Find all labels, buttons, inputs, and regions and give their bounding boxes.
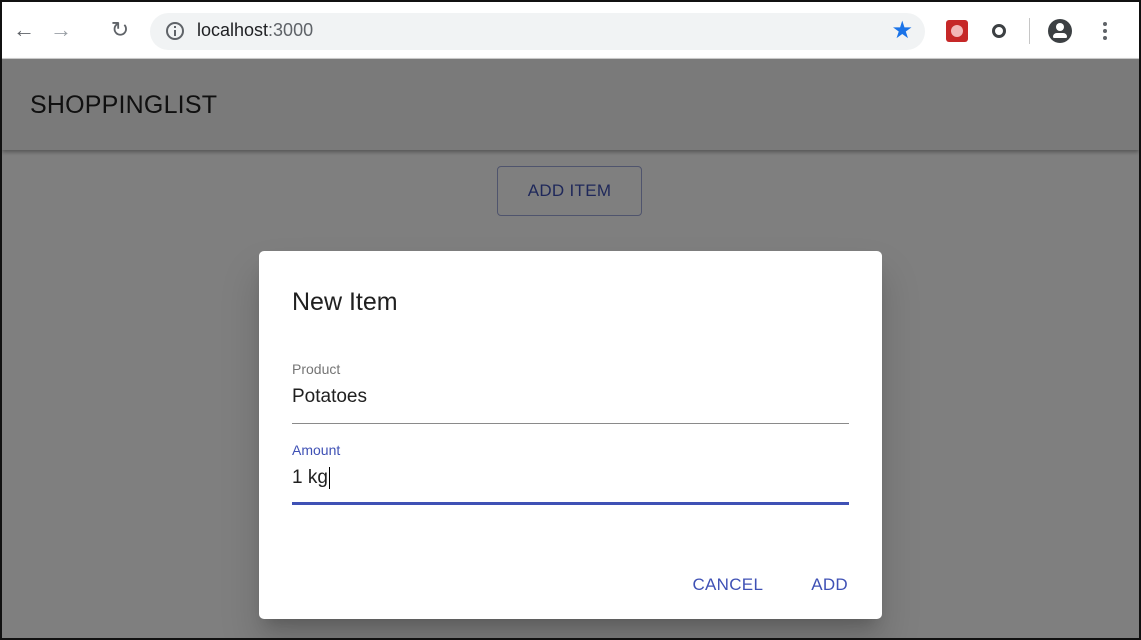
product-field[interactable]: Product Potatoes (292, 361, 849, 424)
browser-window: ← → ↻ localhost:3000 ★ SHOPPINGLIST ADD … (0, 0, 1141, 640)
url-port: :3000 (268, 20, 314, 40)
text-caret (328, 467, 330, 489)
forward-arrow-icon[interactable]: → (47, 16, 75, 44)
product-label: Product (292, 361, 341, 377)
toolbar-divider (1029, 18, 1030, 44)
dialog-title: New Item (292, 288, 398, 316)
page-content: SHOPPINGLIST ADD ITEM New Item Product P… (2, 59, 1139, 638)
address-bar[interactable]: localhost:3000 ★ (150, 13, 925, 50)
extension-icon[interactable] (946, 20, 968, 42)
add-button[interactable]: ADD (811, 575, 848, 595)
product-input[interactable]: Potatoes (292, 386, 367, 408)
account-icon[interactable] (1048, 19, 1072, 43)
back-arrow-icon[interactable]: ← (10, 16, 38, 44)
url-text[interactable]: localhost:3000 (197, 20, 313, 41)
cancel-button[interactable]: CANCEL (692, 575, 763, 595)
dialog-actions: CANCEL ADD (692, 575, 848, 595)
new-item-dialog: New Item Product Potatoes Amount 1 kg CA… (259, 251, 882, 619)
amount-label: Amount (292, 442, 341, 458)
amount-input[interactable]: 1 kg (292, 467, 330, 489)
reload-icon[interactable]: ↻ (106, 16, 134, 44)
bookmark-star-icon[interactable]: ★ (891, 16, 913, 46)
menu-icon[interactable] (1103, 22, 1107, 42)
info-icon[interactable] (166, 22, 184, 40)
amount-field[interactable]: Amount 1 kg (292, 442, 849, 505)
browser-toolbar: ← → ↻ localhost:3000 ★ (2, 2, 1139, 59)
amount-underline (292, 502, 849, 505)
url-host: localhost (197, 20, 269, 40)
amount-value: 1 kg (292, 467, 328, 489)
product-underline (292, 423, 849, 424)
extension-globe-icon[interactable] (992, 24, 1006, 38)
